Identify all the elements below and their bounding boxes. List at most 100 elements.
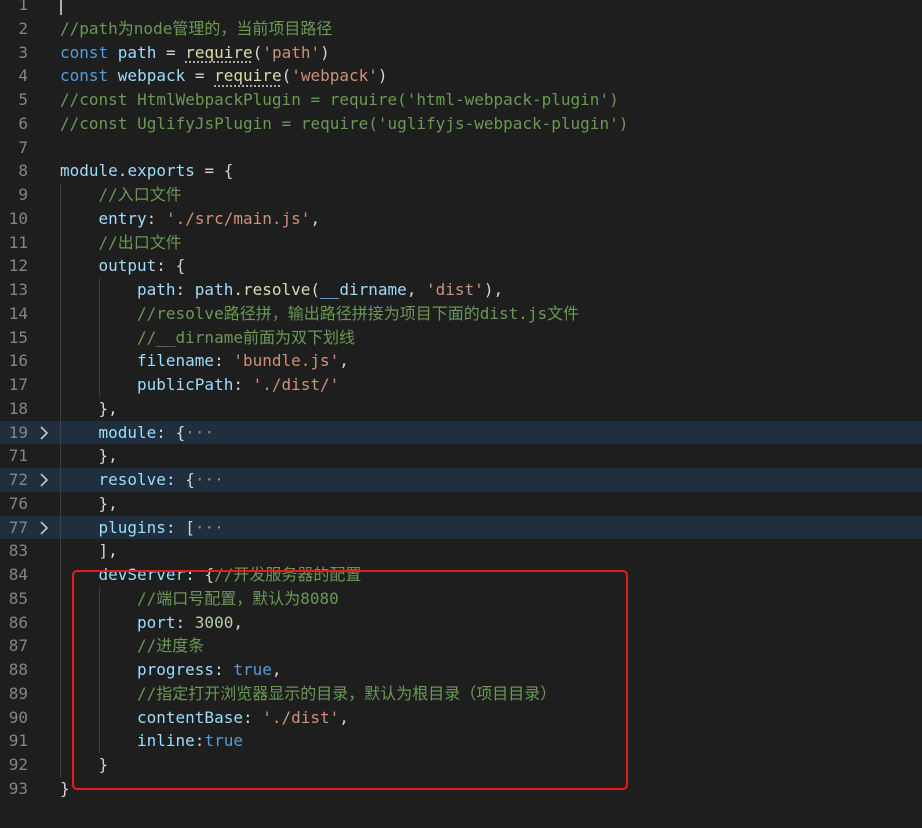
code-line[interactable]: 4 const webpack = require('webpack') [0,64,922,88]
code-token: './src/main.js' [165,208,311,228]
folded-code-line[interactable]: 77 plugins: [··· [0,515,922,540]
chevron-right-icon[interactable] [38,421,52,445]
fold-ellipsis[interactable]: ··· [195,470,224,489]
code-token: __dirname [320,280,407,299]
code-token: : { [156,422,186,442]
code-token: module [98,422,157,442]
indent-guide [60,563,61,587]
code-token: module [60,161,118,181]
line-number: 16 [8,351,28,371]
code-line[interactable]: 9 //入口文件 [0,183,922,207]
code-token: : [233,375,253,394]
indent-guide [60,705,61,730]
code-line[interactable]: 15 //__dirname前面为双下划线 [0,325,922,350]
line-number: 10 [8,208,28,228]
code-token: require [185,42,253,62]
indent-guide [60,444,61,468]
code-token: : { [165,470,195,489]
chevron-right-icon[interactable] [38,516,52,540]
code-line[interactable]: 11 //出口文件 [0,230,922,255]
code-token: webpack [117,66,186,86]
code-text: ], [99,539,118,563]
line-number: 92 [8,755,28,774]
code-text: const path = require('path') [60,41,330,65]
code-line[interactable]: 3 const path = require('path') [0,41,922,65]
fold-ellipsis[interactable]: ··· [195,518,224,537]
indent-guide [98,325,100,350]
line-number: 11 [8,232,28,252]
code-line[interactable]: 76}, [0,491,922,516]
code-line[interactable]: 7 [0,136,922,160]
code-token: : [ [165,517,195,537]
text-cursor [60,0,62,15]
indent-guide [60,278,61,302]
code-line[interactable]: 83], [0,539,922,563]
code-token: ( [281,66,292,86]
indent-guide [98,301,100,326]
line-number: 3 [18,42,28,62]
fold-ellipsis[interactable]: ··· [185,423,214,442]
code-token: : [214,351,234,371]
line-number: 14 [8,303,28,323]
indent-guide [60,658,61,682]
code-token: }, [98,398,118,418]
code-line[interactable]: 71}, [0,444,922,468]
indent-guide [60,230,61,255]
code-text: filename: 'bundle.js', [137,349,349,373]
code-token: : { [156,256,186,276]
line-number: 18 [8,398,28,418]
chevron-right-icon[interactable] [38,468,52,492]
code-line[interactable]: 10 entry: './src/main.js', [0,206,922,231]
indent-guide [60,254,61,278]
code-text: //入口文件 [99,183,182,207]
code-line[interactable]: 2 //path为node管理的，当前项目路径 [0,17,922,41]
code-token: path [137,280,176,299]
code-line[interactable]: 14 //resolve路径拼，输出路径拼接为项目下面的dist.js文件 [0,301,922,326]
folded-code-line[interactable]: 19 module: {··· [0,420,922,445]
code-line[interactable]: 16 filename: 'bundle.js', [0,349,922,373]
indent-guide [60,753,61,777]
code-token: publicPath [137,375,234,394]
indent-guide [98,278,100,302]
code-line[interactable]: 5 //const HtmlWebpackPlugin = require('ht… [0,88,922,112]
code-token: //path为node管理的，当前项目路径 [60,18,333,38]
code-text: plugins: [··· [99,516,224,540]
code-text: module.exports = { [60,159,233,183]
indent-guide [60,539,61,563]
devserver-highlight-box [72,570,628,790]
line-number: 5 [18,90,28,109]
indent-guide [60,610,61,635]
indent-guide [60,301,61,326]
code-text: }, [99,444,118,468]
code-text: //path为node管理的，当前项目路径 [60,17,332,41]
code-text: publicPath: './dist/' [137,373,339,397]
indent-guide [60,183,61,207]
code-token: //const HtmlWebpackPlugin = require('htm… [60,90,619,109]
code-line[interactable]: 8 module.exports = { [0,159,922,183]
code-line[interactable]: 6 //const UglifyJsPlugin = require('uglif… [0,112,922,136]
code-token: //__dirname前面为双下划线 [137,327,355,347]
code-line[interactable]: 17 publicPath: './dist/' [0,373,922,397]
code-token: ( [310,280,321,299]
code-text: //resolve路径拼，输出路径拼接为项目下面的dist.js文件 [137,302,579,326]
code-line[interactable]: 12 output: { [0,254,922,278]
code-token: : [175,280,195,299]
code-line[interactable]: 18}, [0,396,922,421]
code-token: 'dist' [426,280,484,299]
indent-guide [60,681,61,706]
code-token: //出口文件 [98,232,182,252]
code-line[interactable]: 13 path: path.resolve(__dirname, 'dist'), [0,278,922,302]
line-number: 13 [8,280,28,299]
line-number: 86 [8,612,28,632]
code-token: }, [98,446,118,466]
code-token: './dist/' [252,375,340,394]
line-number: 88 [8,660,28,679]
line-number: 7 [18,137,28,157]
code-line[interactable]: 1 [0,0,922,17]
code-token: const [60,66,118,86]
code-token: require [214,66,282,86]
indent-guide [60,634,61,658]
code-text: //const HtmlWebpackPlugin = require('htm… [60,88,619,112]
folded-code-line[interactable]: 72 resolve: {··· [0,468,922,492]
indent-guide [98,349,100,373]
